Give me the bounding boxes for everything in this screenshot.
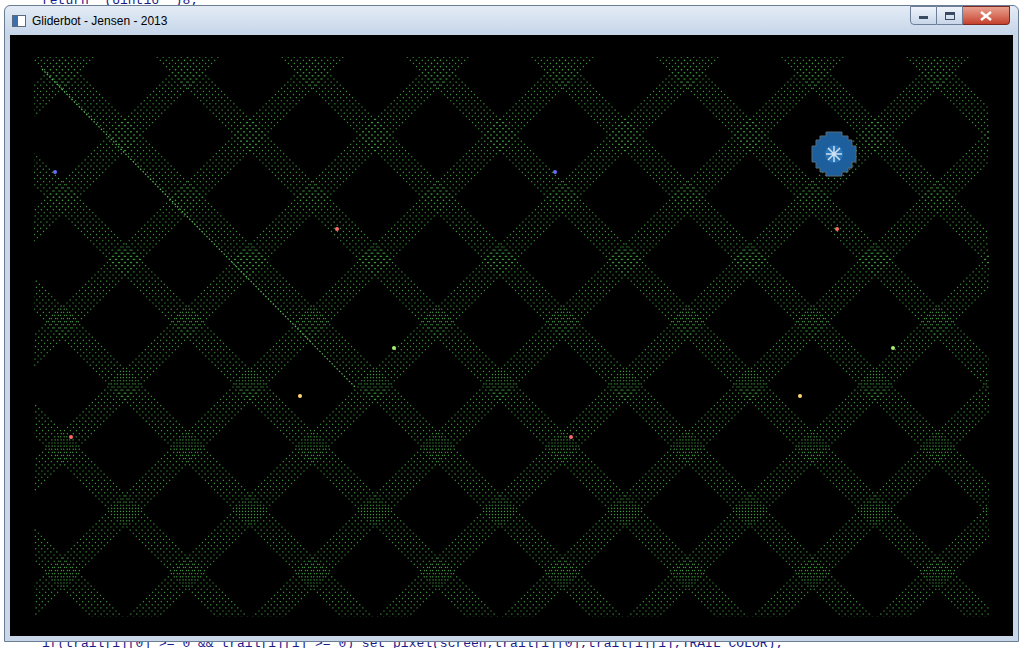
- pickup-dot: [298, 394, 302, 398]
- window-title: Gliderbot - Jensen - 2013: [32, 12, 904, 30]
- pickup-dot: [69, 435, 73, 439]
- pickup-dot: [553, 170, 557, 174]
- title-bar: Gliderbot - Jensen - 2013: [5, 6, 1018, 35]
- pickup-dot: [335, 227, 339, 231]
- pickup-dot: [835, 227, 839, 231]
- game-canvas[interactable]: [10, 35, 1013, 636]
- pickup-dot: [53, 170, 57, 174]
- robot-icon: [811, 131, 857, 177]
- pickup-dot: [392, 346, 396, 350]
- game-window: Gliderbot - Jensen - 2013: [4, 5, 1019, 642]
- maximize-icon[interactable]: [937, 6, 963, 25]
- close-icon[interactable]: [963, 6, 1010, 25]
- minimize-icon[interactable]: [910, 6, 937, 25]
- pickup-dot: [891, 346, 895, 350]
- pickup-dot: [569, 435, 573, 439]
- pickup-dot: [798, 394, 802, 398]
- app-icon: [12, 15, 26, 27]
